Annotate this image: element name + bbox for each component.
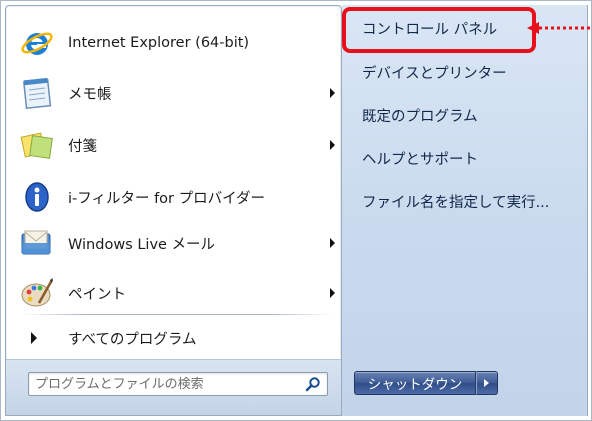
link-label: 既定のプログラム [362, 108, 478, 125]
link-label: ファイル名を指定して実行... [362, 194, 550, 211]
link-default-programs[interactable]: 既定のプログラム [350, 98, 580, 132]
program-sticky-notes[interactable]: 付箋 [14, 122, 339, 168]
notepad-icon [18, 75, 56, 111]
link-label: コントロール パネル [362, 21, 498, 38]
paint-icon [18, 275, 56, 311]
program-label: 付箋 [68, 138, 97, 155]
submenu-arrow-icon[interactable] [330, 88, 335, 98]
link-run[interactable]: ファイル名を指定して実行... [350, 184, 580, 218]
submenu-arrow-icon[interactable] [330, 288, 335, 298]
shutdown-button[interactable]: シャットダウン [354, 371, 476, 395]
program-label: Internet Explorer (64-bit) [68, 35, 250, 51]
program-label: i-フィルター for プロバイダー [68, 190, 266, 207]
program-notepad[interactable]: メモ帳 [14, 70, 339, 116]
program-i-filter[interactable]: i-フィルター for プロバイダー [14, 174, 339, 220]
submenu-arrow-icon[interactable] [330, 140, 335, 150]
link-help-and-support[interactable]: ヘルプとサポート [350, 141, 580, 175]
expand-arrow-icon [31, 332, 37, 344]
submenu-arrow-icon[interactable] [330, 238, 335, 248]
start-menu: Internet Explorer (64-bit) メモ帳 付箋 i-フィルタ… [0, 0, 592, 421]
link-label: デバイスとプリンター [362, 65, 507, 82]
search-icon[interactable] [305, 376, 321, 392]
link-label: ヘルプとサポート [362, 151, 478, 168]
system-links-pane: コントロール パネル デバイスとプリンター 既定のプログラム ヘルプとサポート … [342, 5, 588, 416]
all-programs-button[interactable]: すべてのプログラム [14, 322, 339, 354]
program-internet-explorer[interactable]: Internet Explorer (64-bit) [14, 20, 339, 66]
shutdown-label: シャットダウン [367, 377, 463, 393]
search-area [6, 359, 341, 415]
i-filter-icon [18, 179, 56, 215]
link-devices-and-printers[interactable]: デバイスとプリンター [350, 55, 580, 89]
search-input[interactable] [35, 375, 295, 393]
separator [22, 314, 332, 315]
callout-arrow-icon [527, 22, 592, 34]
search-box[interactable] [28, 372, 328, 396]
shutdown-options-button[interactable] [476, 371, 498, 395]
programs-pane: Internet Explorer (64-bit) メモ帳 付箋 i-フィルタ… [5, 5, 342, 416]
internet-explorer-icon [18, 25, 56, 61]
windows-live-mail-icon [18, 225, 56, 261]
program-label: メモ帳 [68, 86, 112, 103]
chevron-right-icon [484, 379, 489, 387]
all-programs-label: すべてのプログラム [68, 331, 197, 348]
program-label: Windows Live メール [68, 236, 216, 253]
program-paint[interactable]: ペイント [14, 270, 339, 316]
sticky-notes-icon [18, 127, 56, 163]
program-label: ペイント [68, 286, 126, 303]
program-windows-live-mail[interactable]: Windows Live メール [14, 220, 339, 266]
